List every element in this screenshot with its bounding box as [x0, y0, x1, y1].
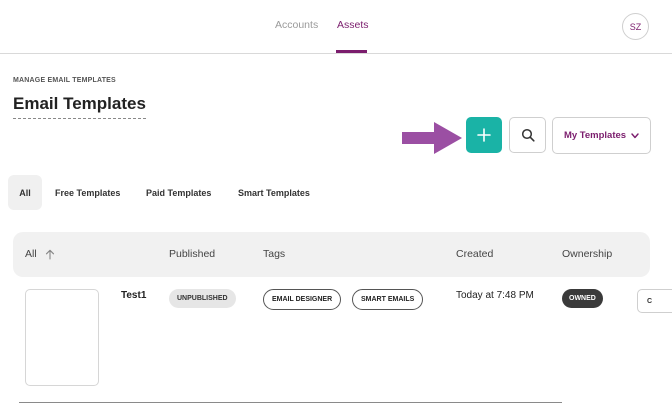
tag-smart-emails[interactable]: SMART EMAILS	[352, 289, 424, 310]
plus-icon	[477, 128, 491, 142]
created-date: Today at 7:48 PM	[456, 290, 534, 301]
my-templates-dropdown[interactable]: My Templates	[552, 117, 651, 154]
top-nav-bar: Accounts Assets SZ	[0, 0, 672, 54]
filter-tab-all[interactable]: All	[8, 175, 42, 210]
filter-tab-smart-templates[interactable]: Smart Templates	[238, 175, 310, 210]
column-header-all[interactable]: All	[25, 248, 55, 260]
page-title: Email Templates	[13, 94, 146, 119]
arrow-up-icon[interactable]	[45, 249, 55, 260]
column-header-created[interactable]: Created	[456, 248, 493, 260]
filter-tab-paid-templates[interactable]: Paid Templates	[146, 175, 211, 210]
chevron-down-icon	[631, 132, 639, 138]
column-header-published[interactable]: Published	[169, 248, 215, 260]
template-name[interactable]: Test1	[121, 290, 146, 301]
status-badge: UNPUBLISHED	[169, 289, 236, 308]
user-avatar[interactable]: SZ	[622, 13, 649, 40]
search-button[interactable]	[509, 117, 546, 153]
search-icon	[521, 128, 535, 142]
annotation-arrow-icon	[402, 122, 462, 154]
active-tab-indicator	[336, 50, 367, 53]
column-header-ownership[interactable]: Ownership	[562, 248, 612, 260]
row-divider	[19, 402, 562, 403]
column-header-all-label: All	[25, 248, 37, 260]
ownership-badge: OWNED	[562, 289, 603, 308]
page-eyebrow: MANAGE EMAIL TEMPLATES	[13, 77, 116, 84]
row-action-button[interactable]: C	[637, 289, 672, 313]
my-templates-label: My Templates	[563, 130, 627, 141]
add-template-button[interactable]	[466, 117, 502, 153]
nav-tab-accounts[interactable]: Accounts	[275, 19, 318, 31]
column-header-tags[interactable]: Tags	[263, 248, 285, 260]
tag-email-designer[interactable]: EMAIL DESIGNER	[263, 289, 342, 310]
table-header: All Published Tags Created Ownership	[13, 232, 650, 277]
filter-tab-free-templates[interactable]: Free Templates	[55, 175, 120, 210]
template-thumbnail[interactable]	[25, 289, 99, 386]
nav-tab-assets[interactable]: Assets	[337, 19, 369, 31]
